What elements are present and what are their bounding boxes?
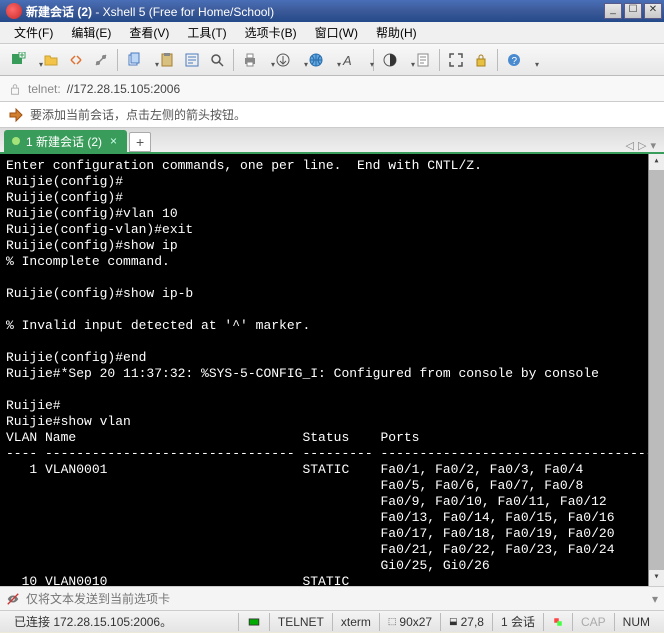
- menu-tools[interactable]: 工具(T): [179, 22, 234, 43]
- status-cap: CAP: [572, 613, 614, 631]
- status-pos: ⬓27,8: [440, 613, 492, 631]
- status-protocol-icon: [238, 613, 269, 631]
- tab-next-button[interactable]: ▷: [638, 139, 646, 152]
- find-button[interactable]: [205, 48, 229, 72]
- lock-button[interactable]: [469, 48, 493, 72]
- menubar: 文件(F) 编辑(E) 查看(V) 工具(T) 选项卡(B) 窗口(W) 帮助(…: [0, 22, 664, 44]
- terminal[interactable]: Enter configuration commands, one per li…: [0, 154, 664, 586]
- toolbar: ▾ ▾ ▾ ▾ ▾ A▾ ▾ ?▾: [0, 44, 664, 76]
- hidden-icon: [6, 592, 20, 606]
- menu-edit[interactable]: 编辑(E): [63, 22, 119, 43]
- copy-button[interactable]: ▾: [122, 48, 154, 72]
- new-tab-button[interactable]: +: [129, 132, 151, 152]
- send-bar: ▾: [0, 586, 664, 610]
- add-arrow-icon[interactable]: [8, 107, 24, 123]
- address-bar: telnet: //172.28.15.105:2006: [0, 76, 664, 102]
- paste-button[interactable]: [155, 48, 179, 72]
- help-button[interactable]: ?▾: [502, 48, 534, 72]
- titlebar: 新建会话 (2) - Xshell 5 (Free for Home/Schoo…: [0, 0, 664, 22]
- menu-view[interactable]: 查看(V): [121, 22, 177, 43]
- status-sessions: 1 会话: [492, 613, 543, 631]
- send-menu-button[interactable]: ▾: [652, 592, 658, 606]
- window-title: 新建会话 (2) - Xshell 5 (Free for Home/Schoo…: [26, 3, 604, 20]
- status-num: NUM: [614, 613, 658, 631]
- font-button[interactable]: A▾: [337, 48, 369, 72]
- status-bar: 已连接 172.28.15.105:2006。 TELNET xterm ⬚90…: [0, 610, 664, 632]
- svg-text:A: A: [342, 53, 352, 68]
- status-size: ⬚90x27: [379, 613, 440, 631]
- scrollbar[interactable]: ▴▾: [648, 154, 664, 586]
- fullscreen-button[interactable]: [444, 48, 468, 72]
- hint-bar: 要添加当前会话，点击左侧的箭头按钮。: [0, 102, 664, 128]
- minimize-button[interactable]: _: [604, 3, 622, 19]
- app-icon: [6, 3, 22, 19]
- open-button[interactable]: [39, 48, 63, 72]
- tab-menu-button[interactable]: ▾: [650, 139, 656, 152]
- hint-text: 要添加当前会话，点击左侧的箭头按钮。: [30, 106, 246, 123]
- scroll-up-button[interactable]: ▴: [649, 154, 664, 170]
- status-connection: 已连接 172.28.15.105:2006。: [6, 613, 238, 631]
- connect-button[interactable]: [64, 48, 88, 72]
- menu-window[interactable]: 窗口(W): [307, 22, 366, 43]
- menu-file[interactable]: 文件(F): [6, 22, 61, 43]
- scroll-thumb[interactable]: [649, 170, 664, 570]
- new-session-button[interactable]: ▾: [6, 48, 38, 72]
- transfer-button[interactable]: ▾: [271, 48, 303, 72]
- print-button[interactable]: ▾: [238, 48, 270, 72]
- menu-help[interactable]: 帮助(H): [368, 22, 425, 43]
- globe-button[interactable]: ▾: [304, 48, 336, 72]
- close-button[interactable]: ✕: [644, 3, 662, 19]
- scroll-down-button[interactable]: ▾: [649, 570, 664, 586]
- address-path[interactable]: //172.28.15.105:2006: [67, 82, 180, 96]
- address-scheme: telnet:: [28, 82, 61, 96]
- menu-options[interactable]: 选项卡(B): [237, 22, 305, 43]
- tab-prev-button[interactable]: ◁: [626, 139, 634, 152]
- tab-label: 1 新建会话 (2): [26, 133, 102, 150]
- svg-text:?: ?: [512, 56, 518, 67]
- tab-close-button[interactable]: ×: [108, 134, 119, 148]
- status-ssl-icon: [543, 613, 572, 631]
- disconnect-button[interactable]: [89, 48, 113, 72]
- tab-bar: 1 新建会话 (2) × + ◁ ▷ ▾: [0, 128, 664, 154]
- tab-status-icon: [12, 137, 20, 145]
- status-protocol: TELNET: [269, 613, 332, 631]
- properties-button[interactable]: [180, 48, 204, 72]
- send-input[interactable]: [26, 592, 646, 606]
- color-button[interactable]: ▾: [378, 48, 410, 72]
- script-button[interactable]: [411, 48, 435, 72]
- lock-icon: [8, 82, 22, 96]
- maximize-button[interactable]: ☐: [624, 3, 642, 19]
- status-term: xterm: [332, 613, 379, 631]
- tab-active[interactable]: 1 新建会话 (2) ×: [4, 130, 127, 152]
